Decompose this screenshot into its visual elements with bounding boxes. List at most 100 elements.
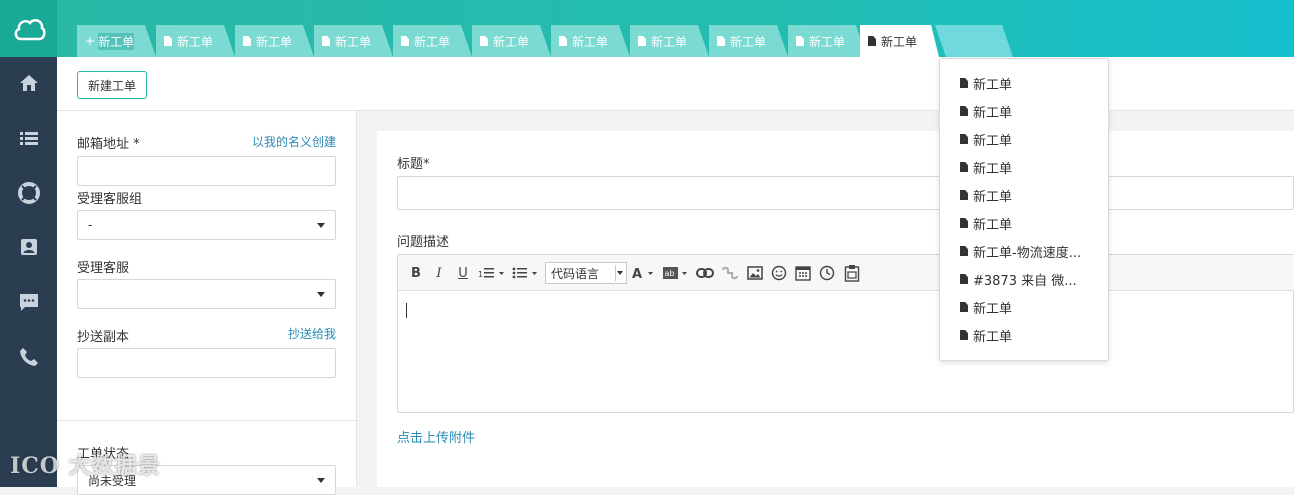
doc-icon — [960, 134, 968, 144]
divider — [57, 420, 356, 421]
underline-icon[interactable]: U — [455, 264, 471, 282]
menu-item-label: 新工单 — [973, 189, 1013, 205]
menu-item-ticket[interactable]: 新工单 — [960, 185, 1012, 205]
chevron-down-icon — [317, 478, 325, 483]
doc-icon — [243, 36, 251, 46]
watermark-logo: ICO — [10, 453, 60, 479]
menu-item-label: 新工单-物流速度... — [973, 245, 1082, 261]
menu-item-ticket[interactable]: 新工单-物流速度... — [960, 241, 1081, 261]
cc-to-me-link[interactable]: 抄送给我 — [288, 325, 336, 342]
title-field[interactable] — [397, 176, 1294, 210]
unlink-icon[interactable] — [721, 264, 739, 282]
image-icon[interactable] — [746, 264, 764, 282]
tab-label: 新工单 — [730, 34, 767, 49]
ticket-content-panel: 标题* 问题描述 B I U 1 代码语言 A ab 点击上传附件 — [377, 131, 1294, 487]
tab-ticket[interactable]: 新工单 — [314, 25, 393, 57]
tab-ticket[interactable]: 新工单 — [472, 25, 551, 57]
contact-card-icon — [20, 239, 37, 255]
email-field[interactable] — [77, 156, 336, 186]
chevron-down-icon — [317, 223, 325, 228]
phone-icon — [19, 348, 38, 366]
tab-ticket[interactable]: 新工单 — [709, 25, 788, 57]
menu-item-label: 新工单 — [973, 329, 1013, 345]
menu-item-label: 新工单 — [973, 217, 1013, 233]
app-logo[interactable] — [0, 0, 57, 57]
menu-item-ticket[interactable]: 新工单 — [960, 297, 1012, 317]
menu-item-ticket[interactable]: 新工单 — [960, 325, 1012, 345]
description-editor[interactable]: B I U 1 代码语言 A ab — [397, 254, 1294, 413]
paste-icon[interactable] — [843, 264, 861, 282]
watermark-text: 大数据景 — [68, 454, 161, 479]
doc-icon — [960, 330, 968, 340]
menu-item-label: 新工单 — [973, 301, 1013, 317]
tab-overflow-menu: 新工单 新工单 新工单 新工单 新工单 新工单 新工单-物流速度... #387… — [939, 58, 1109, 361]
highlight-color-icon[interactable]: ab — [663, 264, 693, 282]
tab-label: 新工单 — [98, 32, 135, 50]
cc-field[interactable] — [77, 348, 336, 378]
watermark: ICO 大数据景 — [10, 448, 161, 480]
doc-icon — [960, 246, 968, 256]
tab-label: 新工单 — [493, 34, 530, 49]
menu-item-ticket[interactable]: 新工单 — [960, 73, 1012, 93]
svg-text:ab: ab — [665, 269, 675, 278]
new-ticket-button[interactable]: 新建工单 — [77, 71, 147, 99]
tab-label: 新工单 — [414, 34, 451, 49]
tab-label: 新工单 — [335, 34, 372, 49]
tab-label: 新工单 — [881, 34, 918, 49]
sidebar-item-home[interactable] — [0, 68, 57, 98]
ordered-list-icon[interactable]: 1 — [478, 264, 506, 282]
upload-attachment-link[interactable]: 点击上传附件 — [397, 427, 475, 446]
tab-new-ticket[interactable]: + 新工单 — [77, 25, 156, 57]
tab-ticket[interactable]: 新工单 — [788, 25, 867, 57]
link-icon[interactable] — [696, 264, 714, 282]
menu-item-label: 新工单 — [973, 161, 1013, 177]
description-label: 问题描述 — [397, 235, 450, 250]
menu-item-ticket[interactable]: 新工单 — [960, 101, 1012, 121]
cloud-icon — [14, 18, 46, 40]
bold-icon[interactable]: B — [408, 264, 424, 282]
tab-ticket[interactable]: 新工单 — [156, 25, 235, 57]
tab-ticket[interactable]: 新工单 — [235, 25, 314, 57]
calendar-icon[interactable] — [794, 264, 812, 282]
tab-ticket[interactable]: 新工单 — [630, 25, 709, 57]
plus-icon: + — [85, 34, 96, 48]
agent-select[interactable] — [77, 279, 336, 309]
doc-icon — [480, 36, 488, 46]
font-color-icon[interactable]: A — [632, 264, 658, 282]
sidebar-item-chat[interactable] — [0, 287, 57, 317]
doc-icon — [960, 190, 968, 200]
tab-overflow[interactable] — [935, 25, 1013, 57]
doc-icon — [717, 36, 725, 46]
menu-item-ticket[interactable]: 新工单 — [960, 129, 1012, 149]
sidebar-item-list[interactable] — [0, 123, 57, 153]
sidebar-item-contacts[interactable] — [0, 232, 57, 262]
svg-text:A: A — [632, 267, 642, 280]
chat-icon — [19, 294, 38, 311]
tab-label: 新工单 — [177, 34, 214, 49]
clock-icon[interactable] — [818, 264, 836, 282]
menu-item-ticket[interactable]: 新工单 — [960, 157, 1012, 177]
menu-item-label: 新工单 — [973, 133, 1013, 149]
doc-icon — [559, 36, 567, 46]
agent-group-select[interactable]: - — [77, 210, 336, 240]
tab-label: 新工单 — [572, 34, 609, 49]
menu-item-ticket[interactable]: #3873 来自 微... — [960, 269, 1077, 289]
code-language-select[interactable]: 代码语言 — [545, 262, 627, 284]
menu-item-ticket[interactable]: 新工单 — [960, 213, 1012, 233]
doc-icon — [401, 36, 409, 46]
doc-icon — [960, 218, 968, 228]
create-as-me-link[interactable]: 以我的名义创建 — [252, 133, 336, 150]
tab-label: 新工单 — [256, 34, 293, 49]
italic-icon[interactable]: I — [431, 264, 447, 282]
sidebar-item-phone[interactable] — [0, 342, 57, 372]
doc-icon — [638, 36, 646, 46]
tab-ticket-active[interactable]: 新工单 — [860, 25, 939, 57]
emoji-icon[interactable] — [770, 264, 788, 282]
doc-icon — [960, 78, 968, 88]
menu-item-label: 新工单 — [973, 77, 1013, 93]
sidebar-item-support[interactable] — [0, 178, 57, 208]
tab-ticket[interactable]: 新工单 — [551, 25, 630, 57]
tab-label: 新工单 — [809, 34, 846, 49]
tab-ticket[interactable]: 新工单 — [393, 25, 472, 57]
bullet-list-icon[interactable] — [512, 264, 540, 282]
